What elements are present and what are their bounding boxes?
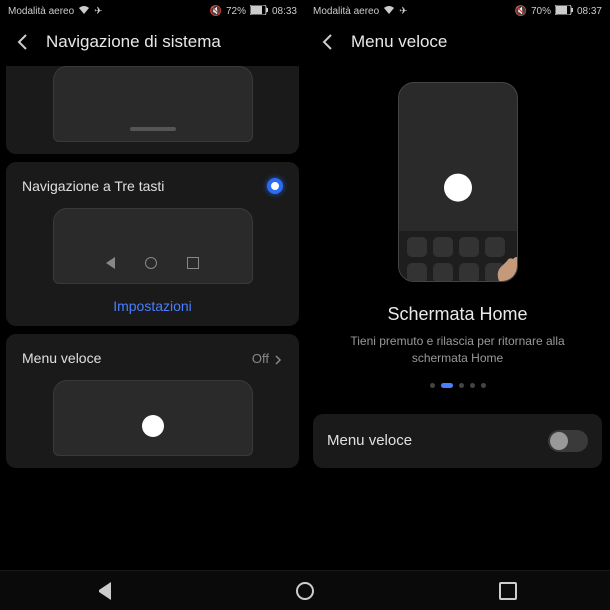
wifi-icon <box>383 5 395 18</box>
radio-selected-icon[interactable] <box>267 178 283 194</box>
status-bar: Modalità aereo ✈ 🔇 70% 08:37 <box>305 0 610 22</box>
mute-icon: 🔇 <box>515 6 527 17</box>
tutorial-illustration <box>398 82 518 282</box>
airplane-mode-label: Modalità aereo <box>8 6 74 17</box>
nav-back-icon <box>106 257 115 269</box>
airplane-icon: ✈ <box>94 6 102 17</box>
battery-label: 70% <box>531 6 551 17</box>
quick-menu-state: Off <box>252 351 269 366</box>
three-key-preview <box>53 208 253 284</box>
nav-home-icon <box>145 257 157 269</box>
chevron-right-icon <box>273 353 283 363</box>
tutorial-title: Schermata Home <box>387 304 527 325</box>
three-key-label: Navigazione a Tre tasti <box>22 178 164 194</box>
quick-menu-label: Menu veloce <box>22 350 101 366</box>
page-indicator[interactable] <box>430 383 486 388</box>
floating-dot-icon <box>142 415 164 437</box>
airplane-mode-label: Modalità aereo <box>313 6 379 17</box>
settings-link[interactable]: Impostazioni <box>16 298 289 314</box>
status-bar: Modalità aereo ✈ 🔇 72% 08:33 <box>0 0 305 22</box>
system-nav-bar <box>0 570 610 610</box>
airplane-icon: ✈ <box>399 6 407 17</box>
quick-menu-option-card[interactable]: Menu veloce Off <box>6 334 299 468</box>
floating-dot-icon <box>444 174 472 202</box>
three-key-option-card[interactable]: Navigazione a Tre tasti Impostazioni <box>6 162 299 326</box>
screen-system-navigation: Modalità aereo ✈ 🔇 72% 08:33 Navigazione… <box>0 0 305 570</box>
back-icon[interactable] <box>319 33 337 51</box>
nav-recent-icon[interactable] <box>499 582 517 600</box>
clock-label: 08:33 <box>272 6 297 17</box>
quick-menu-toggle-row[interactable]: Menu veloce <box>313 414 602 468</box>
wifi-icon <box>78 5 90 18</box>
battery-icon <box>250 5 268 18</box>
page-title: Menu veloce <box>351 32 447 52</box>
screen-quick-menu: Modalità aereo ✈ 🔇 70% 08:37 Menu veloce <box>305 0 610 570</box>
page-title: Navigazione di sistema <box>46 32 221 52</box>
battery-label: 72% <box>226 6 246 17</box>
mute-icon: 🔇 <box>210 6 222 17</box>
hand-pointer-icon <box>489 241 518 282</box>
nav-back-icon[interactable] <box>93 582 111 600</box>
back-icon[interactable] <box>14 33 32 51</box>
gesture-option-card[interactable] <box>6 66 299 154</box>
nav-home-icon[interactable] <box>296 582 314 600</box>
gesture-preview <box>53 66 253 142</box>
tutorial-description: Tieni premuto e rilascia per ritornare a… <box>338 333 578 367</box>
toggle-switch[interactable] <box>548 430 588 452</box>
nav-recent-icon <box>187 257 199 269</box>
toggle-label: Menu veloce <box>327 432 412 449</box>
battery-icon <box>555 5 573 18</box>
quick-menu-preview <box>53 380 253 456</box>
clock-label: 08:37 <box>577 6 602 17</box>
